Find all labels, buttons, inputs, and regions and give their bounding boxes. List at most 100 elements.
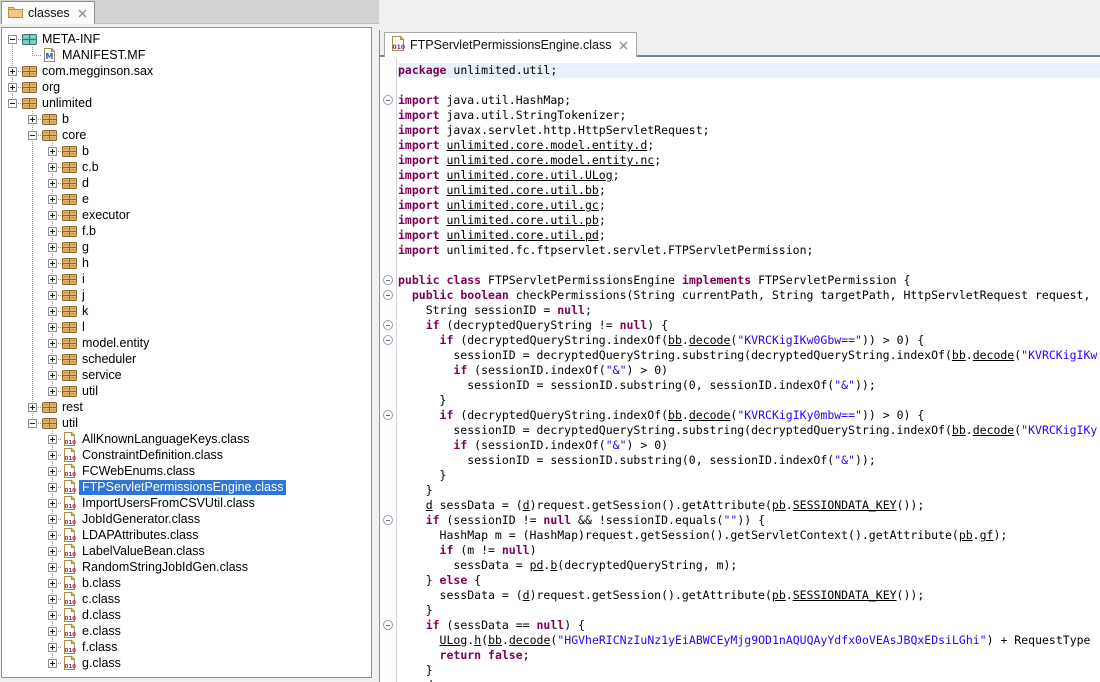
tree-item-label[interactable]: model.entity	[79, 336, 152, 351]
code-line[interactable]: sessionID = decryptedQueryString.substri…	[398, 423, 1100, 438]
expand-toggle[interactable]	[48, 211, 57, 220]
tree-item[interactable]: 010FCWebEnums.class	[2, 463, 371, 479]
tree-item-label[interactable]: e	[79, 192, 92, 207]
code-line[interactable]: return false;	[398, 648, 1100, 663]
tree-item-label[interactable]: ImportUsersFromCSVUtil.class	[79, 496, 258, 511]
expand-toggle[interactable]	[48, 323, 57, 332]
code-line[interactable]: }	[398, 483, 1100, 498]
fold-collapse-icon[interactable]	[383, 410, 393, 420]
code-line[interactable]: if (decryptedQueryString.indexOf(bb.deco…	[398, 408, 1100, 423]
expand-toggle[interactable]	[48, 339, 57, 348]
tree-item[interactable]: h	[2, 255, 371, 271]
tree-item[interactable]: f.b	[2, 223, 371, 239]
code-line[interactable]: import unlimited.core.util.gc;	[398, 198, 1100, 213]
code-line[interactable]: if (m != null)	[398, 543, 1100, 558]
expand-toggle[interactable]	[48, 483, 57, 492]
tree-item-label[interactable]: k	[79, 304, 91, 319]
expand-toggle[interactable]	[48, 515, 57, 524]
code-line[interactable]: import javax.servlet.http.HttpServletReq…	[398, 123, 1100, 138]
code-line[interactable]: sessionID = sessionID.substring(0, sessi…	[398, 453, 1100, 468]
code-line[interactable]: sessData = (d)request.getSession().getAt…	[398, 588, 1100, 603]
code-line[interactable]: if (decryptedQueryString.indexOf(bb.deco…	[398, 333, 1100, 348]
tree-item-label[interactable]: c.class	[79, 592, 123, 607]
code-line[interactable]: ULog.h(bb.decode("HGVheRICNzIuNz1yEiABWC…	[398, 633, 1100, 648]
code-line[interactable]: import unlimited.fc.ftpservlet.servlet.F…	[398, 243, 1100, 258]
tree-item-label[interactable]: l	[79, 320, 88, 335]
tree-item[interactable]: b	[2, 143, 371, 159]
tree-item[interactable]: 010c.class	[2, 591, 371, 607]
tree-item-label[interactable]: c.b	[79, 160, 102, 175]
tree-item[interactable]: 010AllKnownLanguageKeys.class	[2, 431, 371, 447]
code-line[interactable]: if (sessionID.indexOf("&") > 0)	[398, 438, 1100, 453]
tree-item[interactable]: 010FTPServletPermissionsEngine.class	[2, 479, 371, 495]
tree-item-label[interactable]: executor	[79, 208, 133, 223]
tree-item-label[interactable]: MANIFEST.MF	[59, 48, 148, 63]
code-area[interactable]: package unlimited.util;import java.util.…	[398, 59, 1100, 682]
tree-item-label[interactable]: scheduler	[79, 352, 139, 367]
fold-collapse-icon[interactable]	[383, 335, 393, 345]
expand-toggle[interactable]	[48, 195, 57, 204]
code-line[interactable]: String sessionID = null;	[398, 303, 1100, 318]
expand-toggle[interactable]	[48, 499, 57, 508]
fold-collapse-icon[interactable]	[383, 95, 393, 105]
tree-item[interactable]: 010f.class	[2, 639, 371, 655]
close-icon[interactable]	[619, 41, 628, 50]
tree-item-label[interactable]: LDAPAttributes.class	[79, 528, 201, 543]
expand-toggle[interactable]	[48, 451, 57, 460]
package-tree-panel[interactable]: META-INFMMANIFEST.MFcom.megginson.saxorg…	[1, 27, 372, 678]
code-line[interactable]	[398, 78, 1100, 93]
tree-item-label[interactable]: RandomStringJobIdGen.class	[79, 560, 251, 575]
collapse-toggle[interactable]	[8, 99, 17, 108]
expand-toggle[interactable]	[28, 115, 37, 124]
tree-item-label[interactable]: i	[79, 272, 88, 287]
expand-toggle[interactable]	[48, 611, 57, 620]
tree-item-label[interactable]: LabelValueBean.class	[79, 544, 208, 559]
code-line[interactable]: import java.util.StringTokenizer;	[398, 108, 1100, 123]
code-line[interactable]: public boolean checkPermissions(String c…	[398, 288, 1100, 303]
tree-item[interactable]: executor	[2, 207, 371, 223]
tree-item[interactable]: com.megginson.sax	[2, 63, 371, 79]
code-line[interactable]: HashMap m = (HashMap)request.getSession(…	[398, 528, 1100, 543]
fold-collapse-icon[interactable]	[383, 320, 393, 330]
tree-item[interactable]: e	[2, 191, 371, 207]
code-editor[interactable]: package unlimited.util;import java.util.…	[380, 59, 1100, 682]
code-line[interactable]: d	[398, 678, 1100, 682]
tree-item[interactable]: util	[2, 383, 371, 399]
collapse-toggle[interactable]	[28, 419, 37, 428]
tree-item-label[interactable]: org	[39, 80, 63, 95]
expand-toggle[interactable]	[48, 163, 57, 172]
tree-item[interactable]: META-INF	[2, 31, 371, 47]
tree-item[interactable]: 010JobIdGenerator.class	[2, 511, 371, 527]
code-line[interactable]: }	[398, 603, 1100, 618]
expand-toggle[interactable]	[48, 371, 57, 380]
tree-item-label[interactable]: com.megginson.sax	[39, 64, 156, 79]
tree-item-label[interactable]: f.b	[79, 224, 99, 239]
tree-item[interactable]: d	[2, 175, 371, 191]
tree-item[interactable]: l	[2, 319, 371, 335]
expand-toggle[interactable]	[48, 179, 57, 188]
tree-item-label[interactable]: d	[79, 176, 92, 191]
tree-item[interactable]: 010e.class	[2, 623, 371, 639]
code-line[interactable]: sessionID = decryptedQueryString.substri…	[398, 348, 1100, 363]
expand-toggle[interactable]	[28, 403, 37, 412]
tree-item[interactable]: 010LabelValueBean.class	[2, 543, 371, 559]
tree-item[interactable]: core	[2, 127, 371, 143]
code-line[interactable]	[398, 258, 1100, 273]
tree-item[interactable]: rest	[2, 399, 371, 415]
tree-item[interactable]: 010b.class	[2, 575, 371, 591]
tree-item-label[interactable]: AllKnownLanguageKeys.class	[79, 432, 252, 447]
tree-item-label[interactable]: j	[79, 288, 88, 303]
tab-class-file[interactable]: 010 FTPServletPermissionsEngine.class	[384, 32, 637, 57]
tree-item[interactable]: service	[2, 367, 371, 383]
code-line[interactable]: import unlimited.core.util.pd;	[398, 228, 1100, 243]
tree-item-label[interactable]: h	[79, 256, 92, 271]
code-line[interactable]: if (decryptedQueryString != null) {	[398, 318, 1100, 333]
tree-item[interactable]: 010ImportUsersFromCSVUtil.class	[2, 495, 371, 511]
tree-item-label[interactable]: b	[79, 144, 92, 159]
code-line[interactable]: }	[398, 393, 1100, 408]
expand-toggle[interactable]	[48, 531, 57, 540]
tree-item-label[interactable]: ConstraintDefinition.class	[79, 448, 226, 463]
expand-toggle[interactable]	[48, 291, 57, 300]
expand-toggle[interactable]	[8, 67, 17, 76]
tree-item-label[interactable]: rest	[59, 400, 86, 415]
